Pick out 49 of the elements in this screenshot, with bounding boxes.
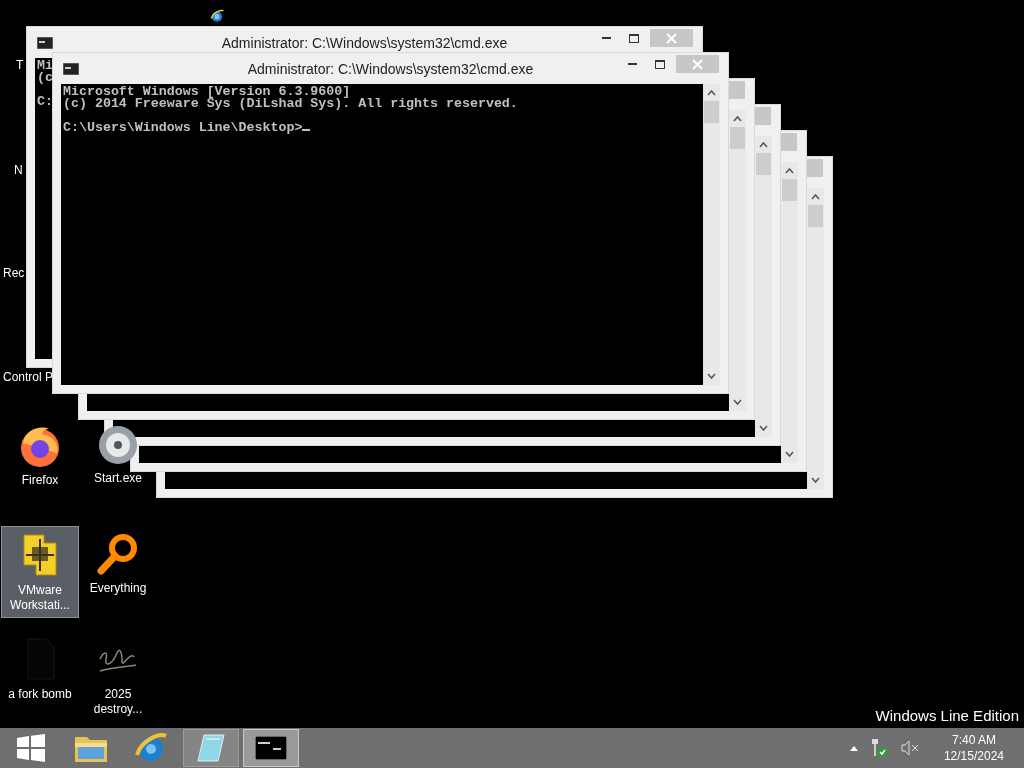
maximize-icon xyxy=(629,33,639,43)
clock[interactable]: 7:40 AM 12/15/2024 xyxy=(943,732,1004,764)
icon-label: Everything xyxy=(89,581,147,596)
minimize-icon xyxy=(627,63,637,65)
icon-label: a fork bomb xyxy=(8,687,72,702)
close-button[interactable] xyxy=(807,159,823,177)
close-icon xyxy=(666,32,677,44)
icon-label[interactable]: T xyxy=(16,58,24,72)
scroll-thumb[interactable] xyxy=(730,127,745,149)
console-line: Mi xyxy=(37,58,53,73)
console-line: Microsoft Windows [Version 6.3.9600] xyxy=(63,84,351,99)
network-icon[interactable] xyxy=(869,738,888,758)
desktop-icon[interactable]: VMware Workstati... xyxy=(1,526,79,618)
close-button[interactable] xyxy=(781,133,797,151)
scrollbar[interactable] xyxy=(755,136,772,437)
scrollbar[interactable] xyxy=(729,110,746,411)
icon-label[interactable]: Rec xyxy=(3,266,25,280)
scroll-thumb[interactable] xyxy=(808,205,823,227)
window-title: Administrator: C:\Windows\system32\cmd.exe xyxy=(221,35,508,51)
scroll-thumb[interactable] xyxy=(756,153,771,175)
edition-text: Windows Line Edition xyxy=(875,707,1019,724)
close-icon xyxy=(692,58,703,70)
window-title: Administrator: C:\Windows\system32\cmd.exe xyxy=(247,61,534,77)
console-icon xyxy=(37,36,53,49)
notepad-icon xyxy=(196,733,226,763)
scroll-thumb[interactable] xyxy=(782,179,797,201)
icon-label: Start.exe xyxy=(94,471,142,486)
speaker-muted-icon[interactable] xyxy=(899,740,920,756)
minimize-icon xyxy=(601,37,611,39)
console-line: C:\Users\Windows Line\Desktop> xyxy=(63,120,303,135)
windows-logo-icon xyxy=(17,734,45,762)
scrollbar[interactable] xyxy=(703,84,720,385)
icon-label: Firefox xyxy=(21,473,59,488)
console-icon xyxy=(255,736,287,760)
scrollbar[interactable] xyxy=(781,162,798,463)
icon-label[interactable]: N xyxy=(14,163,23,177)
console-icon xyxy=(63,62,79,75)
console-line: (c xyxy=(37,70,53,85)
icon-label: VMware Workstati... xyxy=(9,583,71,613)
close-button[interactable] xyxy=(755,107,771,125)
console-line: C: xyxy=(37,94,53,109)
icon-label: 2025 destroy... xyxy=(92,687,144,717)
icon-label[interactable]: Control P xyxy=(3,370,54,384)
caret-up-icon[interactable] xyxy=(849,745,858,751)
maximize-icon xyxy=(655,59,665,69)
scrollbar[interactable] xyxy=(807,188,824,489)
close-button[interactable] xyxy=(729,81,745,99)
scroll-thumb[interactable] xyxy=(704,101,719,123)
taskbar-button[interactable] xyxy=(243,729,299,767)
